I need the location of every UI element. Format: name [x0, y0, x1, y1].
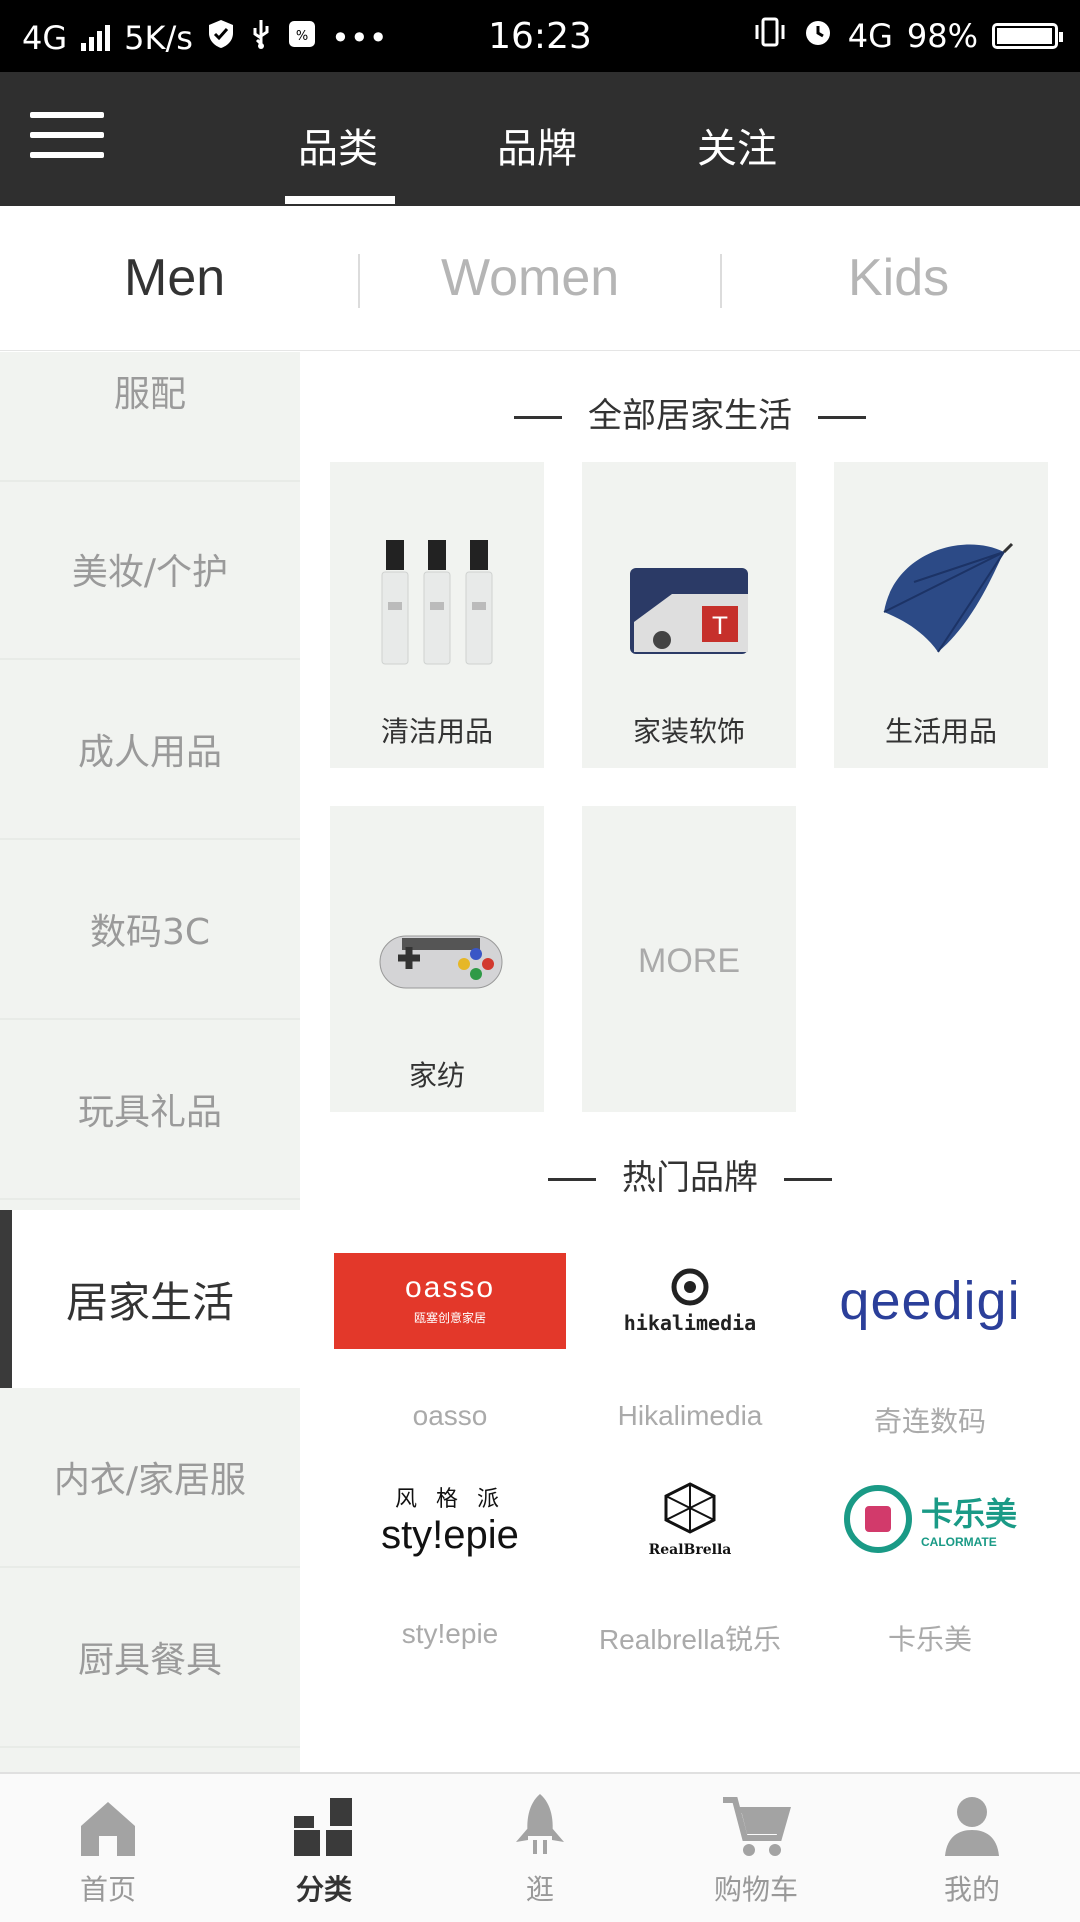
category-icon — [216, 1792, 432, 1858]
section-title-all: 全部居家生活 — [300, 388, 1080, 437]
bottom-nav-home[interactable]: 首页 — [0, 1792, 216, 1908]
brand-name: 卡乐美 — [887, 1624, 972, 1655]
category-sidebar: 服配 美妆/个护 成人用品 数码3C 玩具礼品 居家生活 内衣/家居服 厨具餐具 — [0, 352, 300, 1772]
tab-follow[interactable]: 关注 — [697, 116, 777, 174]
home-icon — [0, 1792, 216, 1858]
bottom-nav-category[interactable]: 分类 — [216, 1792, 432, 1908]
bottom-nav-label: 分类 — [295, 1873, 352, 1906]
brand-name: oasso — [412, 1400, 488, 1431]
sidebar-item-label: 玩具礼品 — [77, 1092, 222, 1133]
category-card-more[interactable]: MORE — [582, 806, 796, 1112]
section-title-brands: 热门品牌 — [300, 1150, 1080, 1199]
sidebar-item-label: 服配 — [113, 374, 186, 415]
gamepad-pillow-image — [350, 846, 524, 1026]
category-card-home-decor[interactable]: T 家装软饰 — [582, 462, 796, 768]
sidebar-item-digital[interactable]: 数码3C — [0, 840, 300, 1020]
gender-divider — [358, 254, 360, 308]
bottom-nav: 首页 分类 逛 购物车 我的 — [0, 1772, 1080, 1922]
brand-realbrella[interactable]: RealBrella Realbrella锐乐 — [570, 1464, 810, 1658]
network-right-label: 4G — [847, 17, 893, 55]
gender-tab-kids[interactable]: Kids — [848, 248, 949, 308]
bottom-nav-browse[interactable]: 逛 — [432, 1792, 648, 1908]
umbrella-image — [854, 502, 1028, 682]
realbrella-logo: RealBrella — [570, 1464, 810, 1574]
calormate-logo: 卡乐美 CALORMATE — [810, 1464, 1050, 1574]
brand-name: sty!epie — [401, 1618, 499, 1649]
status-right: 4G 98% — [752, 16, 1063, 56]
alarm-icon — [802, 16, 834, 56]
battery-fill — [997, 28, 1052, 44]
brand-name: Hikalimedia — [617, 1400, 763, 1431]
brand-hikalimedia[interactable]: hikalimedia Hikalimedia — [570, 1246, 810, 1432]
category-content: 全部居家生活 清洁用品 T 家装软饰 生活用品 家纺 MORE 热门品牌 oas… — [300, 352, 1080, 1772]
category-label: 清洁用品 — [380, 715, 493, 748]
sidebar-item-label: 美妆/个护 — [71, 552, 229, 593]
qeedigi-logo: qeedigi — [839, 1271, 1021, 1331]
gender-divider — [720, 254, 722, 308]
sidebar-item-label: 居家生活 — [65, 1277, 234, 1327]
brand-oasso[interactable]: oasso 瓯塞创意家居 oasso — [330, 1246, 570, 1432]
bottom-nav-cart[interactable]: 购物车 — [648, 1792, 864, 1908]
brand-name: 奇连数码 — [873, 1406, 986, 1437]
category-label: 家装软饰 — [632, 715, 745, 748]
sidebar-item-toys[interactable]: 玩具礼品 — [0, 1020, 300, 1200]
brand-name: Realbrella锐乐 — [598, 1624, 782, 1655]
bottom-nav-label: 逛 — [525, 1873, 554, 1906]
user-icon — [864, 1792, 1080, 1858]
battery-icon — [992, 23, 1063, 49]
status-bar: 4G 5K/s % ••• 16:23 4G 98% — [0, 0, 1080, 72]
section-title-all-text: 全部居家生活 — [588, 396, 792, 436]
top-nav: 品类 品牌 关注 — [0, 72, 1080, 206]
active-tab-indicator — [285, 196, 395, 204]
sidebar-item-kitchen[interactable]: 厨具餐具 — [0, 1568, 300, 1748]
sidebar-item-home-living[interactable]: 居家生活 — [0, 1210, 300, 1388]
sidebar-item-label: 数码3C — [89, 912, 211, 953]
bottom-nav-label: 首页 — [79, 1873, 136, 1906]
cushion-image: T — [602, 502, 776, 682]
category-card-cleaning[interactable]: 清洁用品 — [330, 462, 544, 768]
bottom-nav-me[interactable]: 我的 — [864, 1792, 1080, 1908]
category-card-textiles[interactable]: 家纺 — [330, 806, 544, 1112]
svg-text:T: T — [712, 612, 728, 640]
category-label: 家纺 — [408, 1059, 465, 1092]
sidebar-item-adult[interactable]: 成人用品 — [0, 660, 300, 840]
section-title-brands-text: 热门品牌 — [622, 1158, 758, 1198]
category-card-daily-goods[interactable]: 生活用品 — [834, 462, 1048, 768]
cart-icon — [648, 1792, 864, 1858]
sidebar-item-label: 厨具餐具 — [77, 1640, 222, 1681]
bottom-nav-label: 购物车 — [713, 1873, 798, 1906]
bottom-nav-label: 我的 — [943, 1873, 1000, 1906]
tab-category[interactable]: 品类 — [298, 116, 378, 174]
gender-tab-women[interactable]: Women — [441, 248, 619, 308]
spray-bottles-image — [350, 502, 524, 682]
oasso-logo: oasso 瓯塞创意家居 — [330, 1246, 570, 1356]
tab-brand[interactable]: 品牌 — [497, 116, 577, 174]
vibrate-icon — [752, 16, 788, 56]
battery-label: 98% — [906, 17, 978, 55]
brand-qeedigi[interactable]: qeedigi 奇连数码 — [810, 1246, 1050, 1440]
gender-tab-men[interactable]: Men — [124, 248, 225, 308]
category-label: 生活用品 — [884, 715, 997, 748]
sidebar-item-label: 成人用品 — [77, 732, 222, 773]
hikalimedia-logo: hikalimedia — [570, 1246, 810, 1356]
more-label: MORE — [638, 942, 740, 980]
sidebar-item-label: 内衣/家居服 — [53, 1460, 247, 1501]
brand-stylepie[interactable]: 风 格 派 sty!epie sty!epie — [330, 1464, 570, 1650]
menu-icon[interactable] — [30, 112, 104, 166]
stylepie-logo: 风 格 派 sty!epie — [381, 1486, 519, 1557]
sidebar-item-underwear[interactable]: 内衣/家居服 — [0, 1388, 300, 1568]
sidebar-item-beauty[interactable]: 美妆/个护 — [0, 480, 300, 660]
rocket-icon — [432, 1792, 648, 1858]
brand-calormate[interactable]: 卡乐美 CALORMATE 卡乐美 — [810, 1464, 1050, 1658]
sidebar-item-accessories[interactable]: 服配 — [0, 302, 300, 482]
